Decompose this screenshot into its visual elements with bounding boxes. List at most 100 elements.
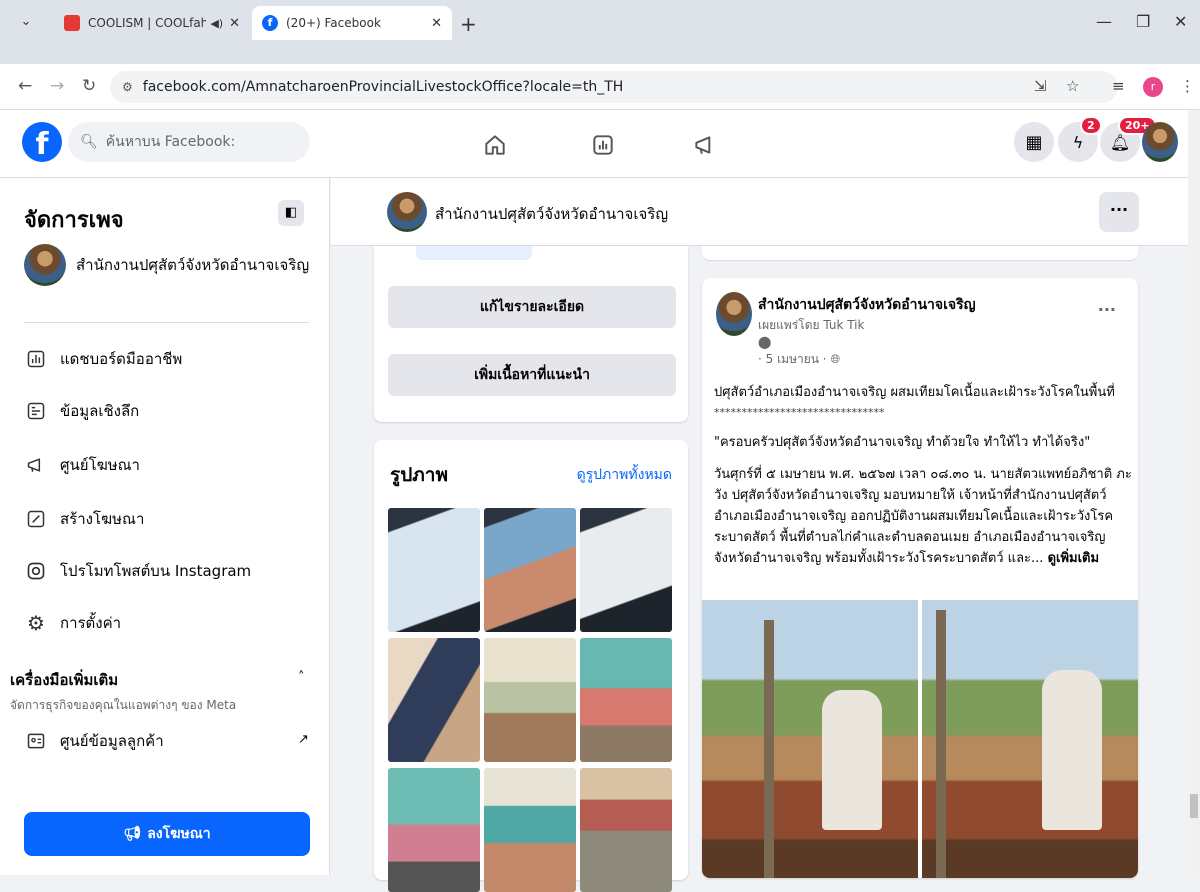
sidebar-item-label: สร้างโฆษณา <box>60 510 145 528</box>
photo-person <box>1042 670 1102 830</box>
globe-icon: 🌐︎ <box>830 352 841 366</box>
sidebar-item-instagram[interactable]: โปรโมทโพสต์บน Instagram <box>24 556 251 586</box>
reload-icon[interactable]: ↻ <box>82 76 96 96</box>
sidebar-item-label: ศูนย์ข้อมูลลูกค้า <box>60 732 164 750</box>
location-pin-icon: ⬤ <box>758 335 772 349</box>
page-avatar <box>24 244 66 286</box>
browser-tab-facebook[interactable]: f (20+) Facebook ✕ <box>252 6 452 40</box>
photo-person <box>822 690 882 830</box>
more-tools-subtitle: จัดการธุรกิจของคุณในแอพต่างๆ ของ Meta <box>10 698 237 712</box>
photo-post <box>936 610 946 878</box>
photo-thumbnail[interactable] <box>580 508 672 632</box>
megaphone-icon <box>24 453 48 477</box>
external-link-icon: ↗ <box>298 732 309 747</box>
insights-icon <box>24 399 48 423</box>
see-more-link[interactable]: ดูเพิ่มเติม <box>1048 551 1099 566</box>
photo-thumbnail[interactable] <box>580 768 672 892</box>
post-author-avatar[interactable] <box>716 292 752 336</box>
url-field[interactable]: ⚙ facebook.com/AmnatcharoenProvincialLiv… <box>110 71 1118 103</box>
page-name[interactable]: สำนักงานปศุสัตว์จังหวัดอำนาจเจริญ <box>435 202 668 226</box>
bookmark-star-icon[interactable]: ☆ <box>1066 77 1079 95</box>
url-text: facebook.com/AmnatcharoenProvincialLives… <box>142 79 624 95</box>
sidebar-item-label: แดชบอร์ดมืออาชีพ <box>60 350 183 368</box>
published-by[interactable]: เผยแพร่โดย Tuk Tik <box>758 316 864 335</box>
close-tab-icon[interactable]: ✕ <box>229 16 240 31</box>
browser-menu-icon[interactable]: ⋮ <box>1180 77 1195 95</box>
chevron-up-icon[interactable]: ˄ <box>298 670 305 685</box>
ads-megaphone-icon[interactable] <box>692 132 718 158</box>
reading-list-icon[interactable]: ≡ <box>1112 77 1125 95</box>
install-icon[interactable]: ⇲ <box>1034 77 1047 95</box>
forward-icon[interactable]: → <box>50 76 64 96</box>
browser-tab-bar: ⌄ COOLISM | COOLfahrenheit ◀) ✕ f (20+) … <box>0 0 1200 64</box>
scrollbar-thumb[interactable] <box>1190 794 1198 818</box>
page-avatar[interactable] <box>387 192 427 232</box>
sidebar-page-item[interactable]: สำนักงานปศุสัตว์จังหวัดอำนาจเจริญ <box>24 244 309 286</box>
photo-thumbnail[interactable] <box>388 638 480 762</box>
sidebar-item-label: ศูนย์โฆษณา <box>60 456 140 474</box>
sidebar-item-label: ข้อมูลเชิงลึก <box>60 402 140 420</box>
back-icon[interactable]: ← <box>18 76 32 96</box>
photo-thumbnail[interactable] <box>484 768 576 892</box>
post-date[interactable]: · 5 เมษายน · <box>758 352 827 366</box>
contact-card-icon <box>24 729 48 753</box>
notifications-button[interactable]: 🔔︎ 20+ <box>1100 116 1157 162</box>
new-tab-icon[interactable]: + <box>460 12 477 36</box>
more-tools-title[interactable]: เครื่องมือเพิ่มเติม <box>10 668 118 692</box>
photo-post <box>764 620 774 878</box>
messenger-button[interactable]: ϟ 2 <box>1058 116 1102 162</box>
sidebar-item-settings[interactable]: ⚙ การตั้งค่า <box>24 608 121 638</box>
account-avatar[interactable] <box>1142 122 1178 162</box>
speaker-icon[interactable]: ◀) <box>210 17 223 30</box>
photo-thumbnail[interactable] <box>388 768 480 892</box>
post-options-icon[interactable]: ··· <box>1098 300 1116 319</box>
facebook-header: f 🔍︎ ค้นหาบน Facebook: ▦ ϟ 2 🔔︎ 20+ <box>0 110 1188 178</box>
page-scrollbar[interactable] <box>1188 110 1200 875</box>
browser-tab-coolism[interactable]: COOLISM | COOLfahrenheit ◀) ✕ <box>54 6 250 40</box>
facebook-logo-icon[interactable]: f <box>22 122 62 162</box>
profile-avatar[interactable]: r <box>1143 77 1163 97</box>
divider <box>24 322 309 323</box>
sidebar-item-ad-center[interactable]: ศูนย์โฆษณา <box>24 450 140 480</box>
search-input[interactable]: 🔍︎ ค้นหาบน Facebook: <box>68 122 310 162</box>
bell-icon: 🔔︎ <box>1109 132 1131 152</box>
site-settings-icon[interactable]: ⚙ <box>122 80 133 94</box>
manage-page-sidebar: จัดการเพจ ◧ สำนักงานปศุสัตว์จังหวัดอำนาจ… <box>0 178 330 875</box>
see-all-photos-link[interactable]: ดูรูปภาพทั้งหมด <box>577 464 672 486</box>
advertise-button[interactable]: 📢︎ ลงโฆษณา <box>24 812 310 856</box>
gear-icon: ⚙ <box>27 611 45 635</box>
post-line-2: ******************************* <box>714 406 885 419</box>
search-placeholder: ค้นหาบน Facebook: <box>105 134 236 150</box>
dashboard-nav-icon[interactable] <box>590 132 616 158</box>
sidebar-item-dashboard[interactable]: แดชบอร์ดมืออาชีพ <box>24 344 182 374</box>
edit-details-button[interactable]: แก้ไขรายละเอียด <box>388 286 676 328</box>
post-line-1: ปศุสัตว์อำเภอเมืองอำนาจเจริญ ผสมเทียมโคเ… <box>714 385 1115 400</box>
photo-thumbnail[interactable] <box>484 508 576 632</box>
photo-thumbnail[interactable] <box>580 638 672 762</box>
tab-title: (20+) Facebook <box>286 16 381 30</box>
minimize-icon[interactable]: — <box>1096 12 1112 31</box>
sidebar-item-create-ad[interactable]: สร้างโฆษณา <box>24 504 144 534</box>
photo-thumbnail[interactable] <box>388 508 480 632</box>
menu-grid-button[interactable]: ▦ <box>1014 122 1054 162</box>
previous-post-edge <box>702 246 1138 260</box>
sidebar-item-customer-center[interactable]: ศูนย์ข้อมูลลูกค้า <box>24 726 164 756</box>
sidebar-item-label: การตั้งค่า <box>60 614 122 632</box>
home-icon[interactable] <box>482 132 508 158</box>
close-window-icon[interactable]: ✕ <box>1174 12 1187 31</box>
sidebar-item-insights[interactable]: ข้อมูลเชิงลึก <box>24 396 139 426</box>
restore-icon[interactable]: ❐ <box>1136 12 1150 31</box>
sidebar-title: จัดการเพจ <box>24 208 124 233</box>
photo-thumbnail[interactable] <box>484 638 576 762</box>
tab-search-icon[interactable]: ⌄ <box>14 10 38 34</box>
photos-title: รูปภาพ <box>390 464 448 486</box>
more-options-button[interactable]: ··· <box>1099 192 1139 232</box>
tab-title: COOLISM | COOLfahrenheit <box>88 16 207 30</box>
collapse-sidebar-icon[interactable]: ◧ <box>278 200 304 226</box>
close-tab-icon[interactable]: ✕ <box>431 16 442 31</box>
add-featured-button[interactable]: เพิ่มเนื้อหาที่แนะนำ <box>388 354 676 396</box>
dashboard-icon <box>24 347 48 371</box>
post-author[interactable]: สำนักงานปศุสัตว์จังหวัดอำนาจเจริญ <box>758 294 976 316</box>
post-photo-right[interactable] <box>922 600 1138 878</box>
post-photo-left[interactable] <box>702 600 918 878</box>
